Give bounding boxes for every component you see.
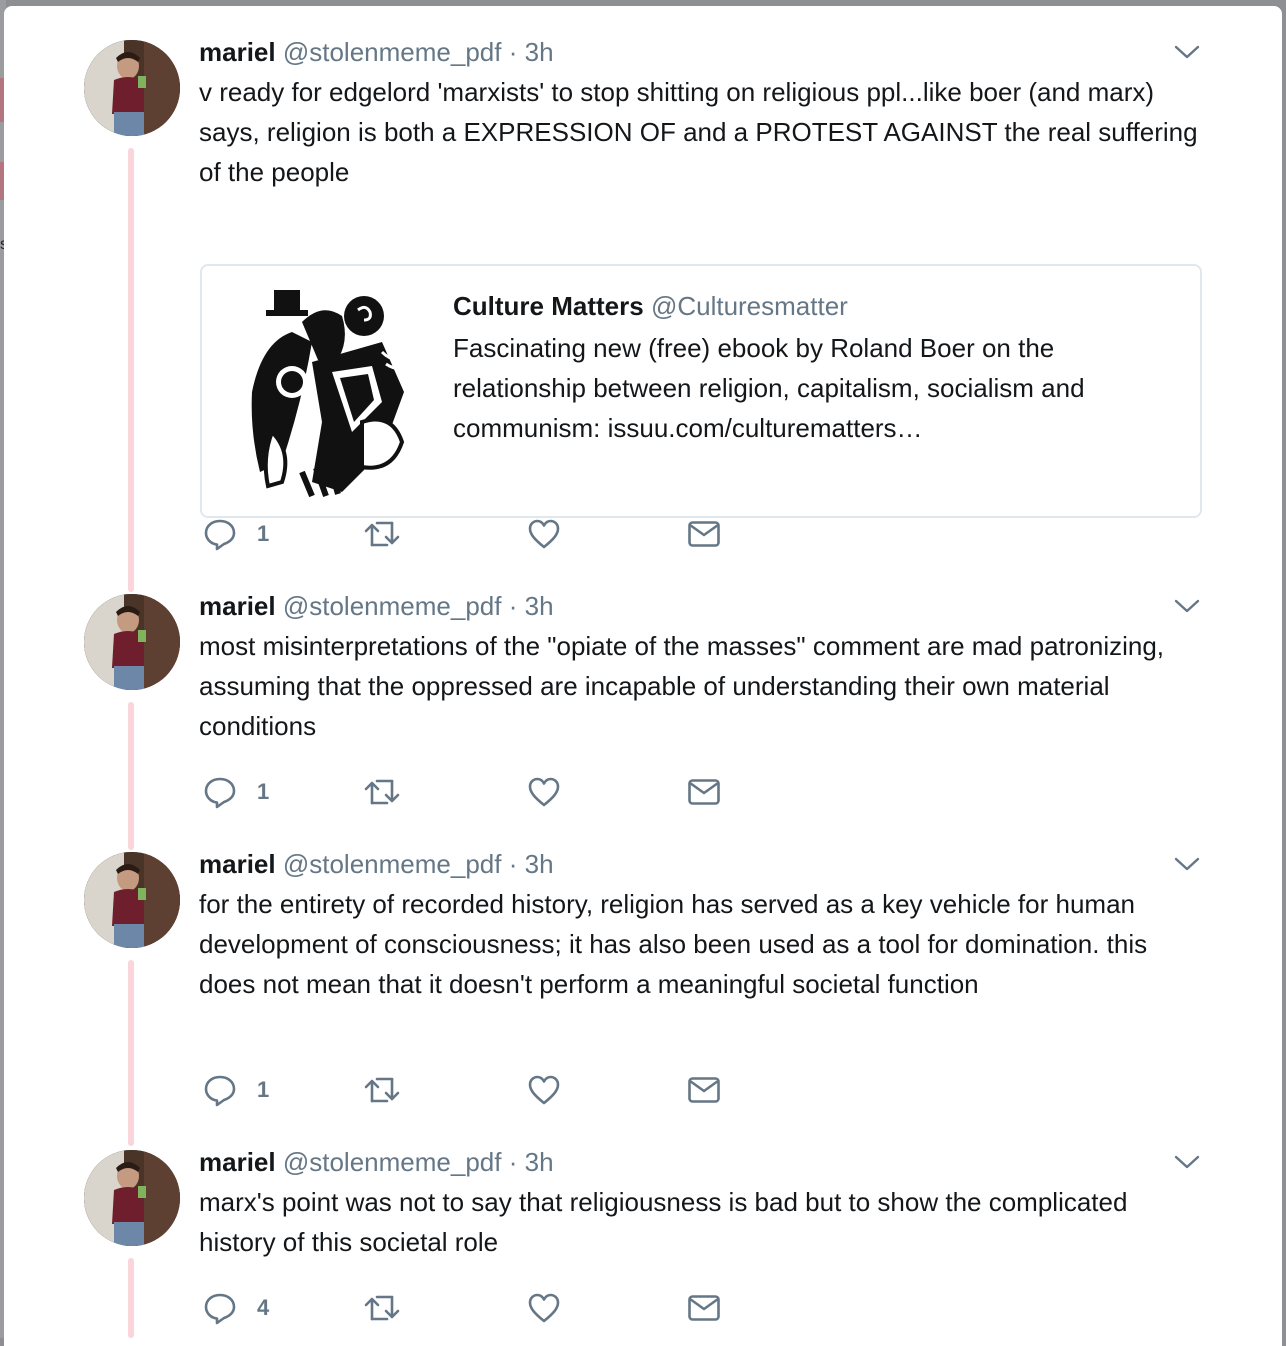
- tweet-text: v ready for edgelord 'marxists' to stop …: [199, 77, 1198, 187]
- reply-icon: [204, 1293, 236, 1325]
- thread-line: [128, 960, 134, 1146]
- avatar-photo: [84, 40, 180, 136]
- reply-count: 1: [257, 779, 270, 804]
- tweet-actions: 1: [199, 772, 759, 812]
- reply-icon: [204, 777, 236, 809]
- reply-button[interactable]: 1: [203, 1070, 269, 1110]
- like-button[interactable]: [527, 772, 561, 812]
- chevron-down-icon: [1174, 599, 1200, 613]
- tweet-header: mariel @stolenmeme_pdf · 3h: [199, 848, 554, 880]
- user-name[interactable]: mariel: [199, 849, 276, 879]
- reply-icon: [204, 519, 236, 551]
- timestamp[interactable]: 3h: [525, 849, 554, 879]
- user-name[interactable]: mariel: [199, 37, 276, 67]
- separator-dot: ·: [508, 37, 518, 67]
- envelope-icon: [688, 1295, 720, 1321]
- quoted-tweet-text: Fascinating new (free) ebook by Roland B…: [453, 333, 1085, 443]
- avatar[interactable]: [84, 852, 180, 948]
- retweet-button[interactable]: [363, 514, 401, 554]
- reply-button[interactable]: 4: [203, 1288, 269, 1328]
- tweet-actions: 4: [199, 1288, 759, 1328]
- thread-line: [128, 1258, 134, 1338]
- direct-message-button[interactable]: [687, 1070, 721, 1110]
- quoted-tweet-image: [232, 282, 432, 502]
- retweet-icon: [364, 521, 400, 547]
- heart-icon: [528, 519, 560, 549]
- tweet-actions: 1: [199, 1070, 759, 1110]
- tweet-header: mariel @stolenmeme_pdf · 3h: [199, 590, 554, 622]
- quoted-tweet[interactable]: Culture Matters @Culturesmatter Fascinat…: [200, 264, 1202, 518]
- tweet-actions: 1: [199, 514, 759, 554]
- reply-icon: [204, 1075, 236, 1107]
- timestamp[interactable]: 3h: [525, 591, 554, 621]
- envelope-icon: [688, 779, 720, 805]
- reply-button[interactable]: 1: [203, 514, 269, 554]
- separator-dot: ·: [508, 1147, 518, 1177]
- conversation-modal: mariel @stolenmeme_pdf · 3h v ready for …: [4, 6, 1282, 1346]
- quoted-user-name: Culture Matters: [453, 291, 644, 321]
- user-name[interactable]: mariel: [199, 591, 276, 621]
- reply-button[interactable]: 1: [203, 772, 269, 812]
- tweet-text: for the entirety of recorded history, re…: [199, 889, 1148, 999]
- timestamp[interactable]: 3h: [525, 1147, 554, 1177]
- retweet-icon: [364, 779, 400, 805]
- avatar[interactable]: [84, 40, 180, 136]
- like-button[interactable]: [527, 514, 561, 554]
- reply-count: 1: [257, 1077, 270, 1102]
- like-button[interactable]: [527, 1288, 561, 1328]
- chevron-down-icon: [1174, 1155, 1200, 1169]
- thread-line: [128, 702, 134, 850]
- more-options-button[interactable]: [1174, 594, 1200, 618]
- chevron-down-icon: [1174, 857, 1200, 871]
- user-handle[interactable]: @stolenmeme_pdf: [283, 37, 502, 67]
- user-handle[interactable]: @stolenmeme_pdf: [283, 1147, 502, 1177]
- heart-icon: [528, 1075, 560, 1105]
- more-options-button[interactable]: [1174, 40, 1200, 64]
- direct-message-button[interactable]: [687, 1288, 721, 1328]
- quoted-user-handle: @Culturesmatter: [650, 291, 848, 321]
- tweet-text: marx's point was not to say that religio…: [199, 1187, 1128, 1257]
- heart-icon: [528, 1293, 560, 1323]
- tweet-header: mariel @stolenmeme_pdf · 3h: [199, 36, 554, 68]
- envelope-icon: [688, 521, 720, 547]
- avatar[interactable]: [84, 594, 180, 690]
- like-button[interactable]: [527, 1070, 561, 1110]
- avatar-photo: [84, 594, 180, 690]
- retweet-icon: [364, 1295, 400, 1321]
- retweet-button[interactable]: [363, 772, 401, 812]
- more-options-button[interactable]: [1174, 1150, 1200, 1174]
- user-handle[interactable]: @stolenmeme_pdf: [283, 591, 502, 621]
- direct-message-button[interactable]: [687, 772, 721, 812]
- more-options-button[interactable]: [1174, 852, 1200, 876]
- avatar[interactable]: [84, 1150, 180, 1246]
- retweet-button[interactable]: [363, 1070, 401, 1110]
- timestamp[interactable]: 3h: [525, 37, 554, 67]
- direct-message-button[interactable]: [687, 514, 721, 554]
- separator-dot: ·: [508, 591, 518, 621]
- tweet-text: most misinterpretations of the "opiate o…: [199, 631, 1165, 741]
- reply-count: 1: [257, 521, 270, 546]
- avatar-photo: [84, 1150, 180, 1246]
- user-name[interactable]: mariel: [199, 1147, 276, 1177]
- thread-line: [128, 148, 134, 592]
- retweet-button[interactable]: [363, 1288, 401, 1328]
- envelope-icon: [688, 1077, 720, 1103]
- separator-dot: ·: [508, 849, 518, 879]
- chevron-down-icon: [1174, 45, 1200, 59]
- woodcut-figures-image: [232, 282, 432, 502]
- heart-icon: [528, 777, 560, 807]
- reply-count: 4: [257, 1295, 270, 1320]
- avatar-photo: [84, 852, 180, 948]
- quoted-tweet-header: Culture Matters @Culturesmatter: [453, 290, 848, 322]
- tweet-header: mariel @stolenmeme_pdf · 3h: [199, 1146, 554, 1178]
- retweet-icon: [364, 1077, 400, 1103]
- user-handle[interactable]: @stolenmeme_pdf: [283, 849, 502, 879]
